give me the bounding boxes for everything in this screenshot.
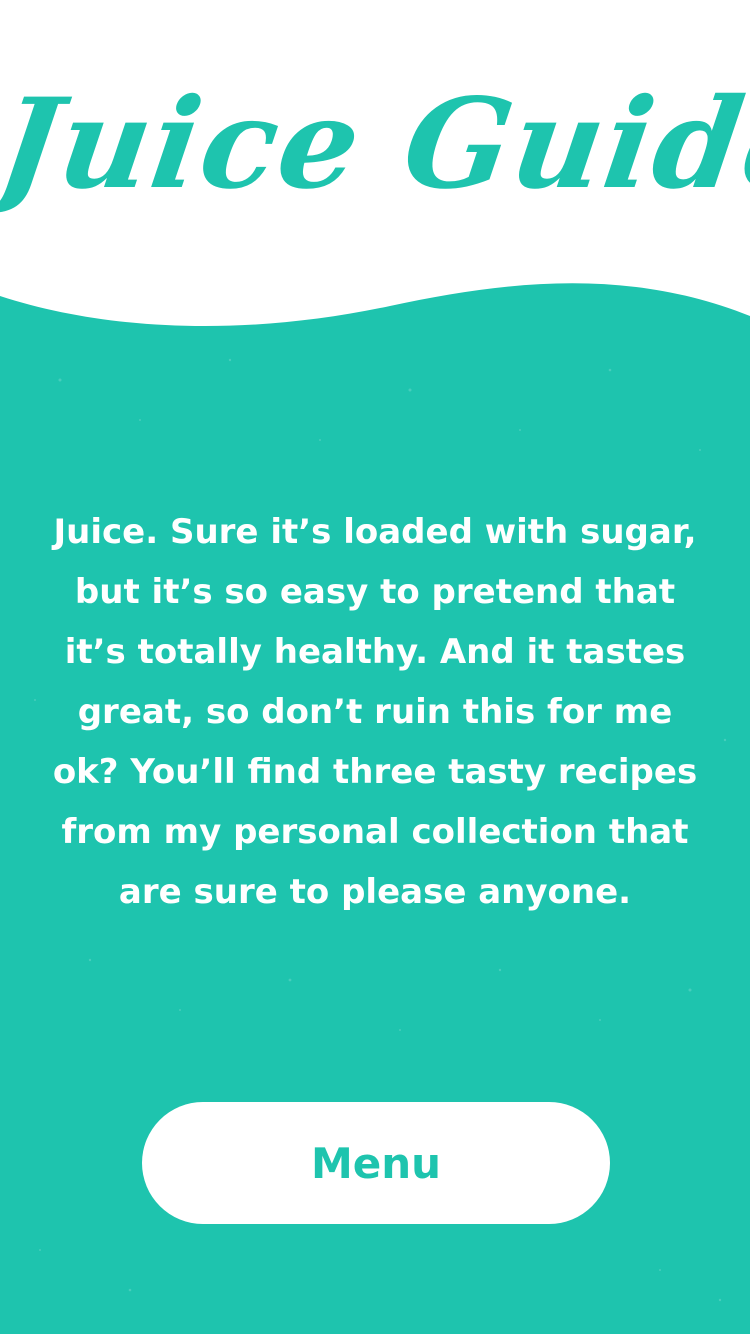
menu-button[interactable]: Menu <box>142 1102 610 1224</box>
juice-guide-screen: Juice Guide Juice. Sure it’s loaded with… <box>0 0 750 1334</box>
intro-paragraph: Juice. Sure it’s loaded with sugar, but … <box>52 512 698 912</box>
